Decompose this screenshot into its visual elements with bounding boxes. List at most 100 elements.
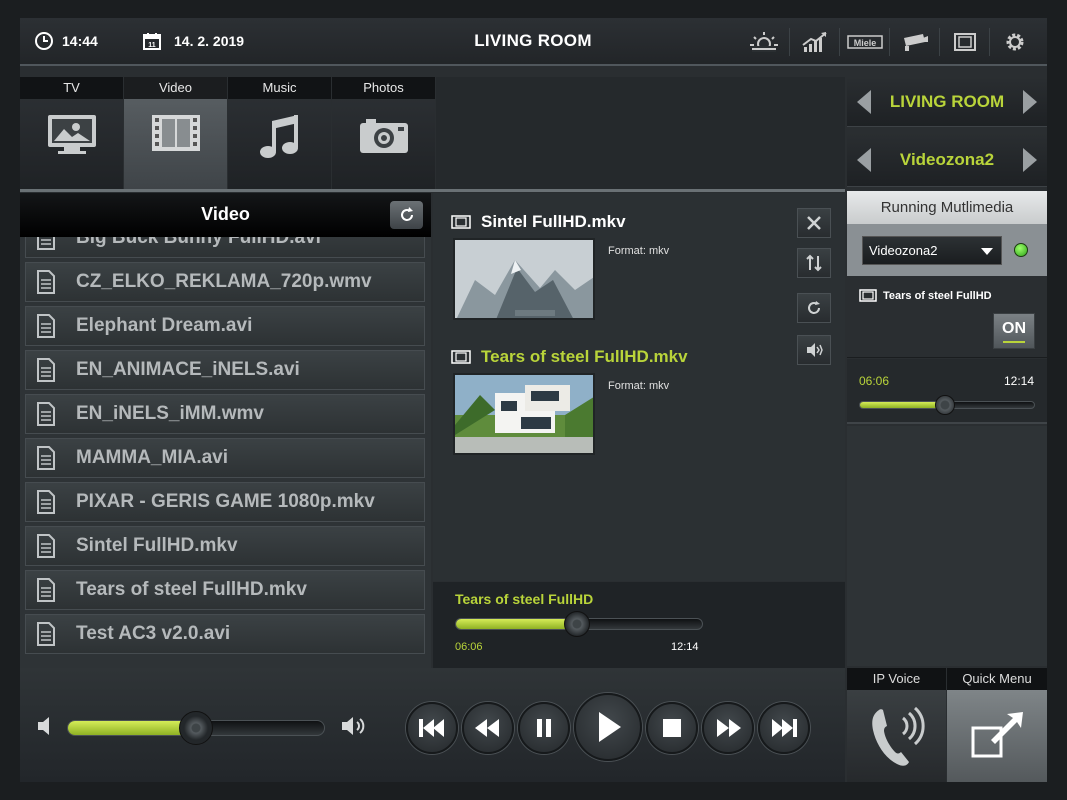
video-name: CZ_ELKO_REKLAMA_720p.wmv [76, 271, 372, 292]
media-title: Tears of steel FullHD [883, 290, 992, 302]
top-icons: Miele [739, 28, 1039, 56]
skip-back-button[interactable] [406, 702, 458, 754]
list-item[interactable]: MAMMA_MIA.avi [25, 438, 425, 478]
toggle-indicator [1003, 341, 1025, 343]
list-item[interactable]: CZ_ELKO_REKLAMA_720p.wmv [25, 262, 425, 302]
progress-handle[interactable] [563, 611, 590, 637]
skip-forward-icon [772, 719, 797, 737]
volume-handle[interactable] [179, 711, 213, 745]
tab-music[interactable]: Music [228, 77, 331, 189]
zone-dropdown[interactable]: Videozona2 [862, 236, 1002, 265]
rewind-icon [475, 719, 499, 737]
repeat-button[interactable] [797, 293, 831, 323]
power-toggle[interactable]: ON [993, 313, 1035, 349]
list-item[interactable]: Tears of steel FullHD.mkv [25, 570, 425, 610]
chart-icon[interactable] [789, 28, 839, 56]
next-room-icon[interactable] [1023, 89, 1037, 114]
video-name: MAMMA_MIA.avi [76, 447, 229, 468]
progress-fill [456, 619, 577, 629]
clock-icon [35, 32, 53, 50]
date-text: 14. 2. 2019 [174, 33, 245, 49]
sort-button[interactable] [797, 248, 831, 278]
file-name: Sintel FullHD.mkv [481, 212, 626, 231]
skip-back-icon [419, 719, 444, 737]
tv-icon [20, 113, 123, 157]
rewind-button[interactable] [462, 702, 514, 754]
tab-label: Video [124, 77, 227, 99]
fast-forward-button[interactable] [702, 702, 754, 754]
sort-icon [806, 254, 822, 272]
pause-button[interactable] [518, 702, 570, 754]
video-thumbnail[interactable] [453, 238, 595, 320]
list-item[interactable]: Test AC3 v2.0.avi [25, 614, 425, 654]
skip-forward-button[interactable] [758, 702, 810, 754]
close-button[interactable] [797, 208, 831, 238]
video-name: Elephant Dream.avi [76, 315, 253, 336]
progress-handle[interactable] [935, 395, 956, 415]
miele-icon[interactable]: Miele [839, 28, 889, 56]
video-name: EN_iNELS_iMM.wmv [76, 403, 264, 424]
film-icon [451, 350, 471, 364]
tab-photos[interactable]: Photos [332, 77, 435, 189]
next-zone-icon[interactable] [1023, 147, 1037, 172]
video-list[interactable]: Big Buck Bunny FullHD.avi CZ_ELKO_REKLAM… [25, 218, 425, 658]
prev-room-icon[interactable] [857, 89, 871, 114]
top-bar: 14:44 11 14. 2. 2019 LIVING ROOM Miele [20, 18, 1047, 66]
camera-icon[interactable] [889, 28, 939, 56]
film-icon [124, 113, 227, 153]
document-icon [36, 358, 58, 382]
document-icon [36, 270, 58, 294]
tab-quick-menu[interactable]: Quick Menu [947, 668, 1047, 690]
tab-label: TV [20, 77, 123, 99]
tab-ip-voice[interactable]: IP Voice [847, 668, 946, 690]
document-icon [36, 314, 58, 338]
tab-tv[interactable]: TV [20, 77, 123, 189]
file-title: Tears of steel FullHD.mkv [451, 347, 688, 367]
list-item[interactable]: Elephant Dream.avi [25, 306, 425, 346]
play-button[interactable] [574, 693, 642, 761]
divider [20, 189, 845, 192]
progress-fill [860, 402, 946, 408]
dropdown-value: Videozona2 [869, 243, 938, 258]
document-icon [36, 490, 58, 514]
document-icon [36, 578, 58, 602]
video-list-header: Video [20, 193, 431, 237]
list-item[interactable]: EN_iNELS_iMM.wmv [25, 394, 425, 434]
media-tabs: TV Video Music Photos [20, 77, 436, 189]
music-note-icon [228, 113, 331, 161]
video-thumbnail[interactable] [453, 373, 595, 455]
mute-button[interactable] [797, 335, 831, 365]
video-name: Sintel FullHD.mkv [76, 535, 238, 556]
side-progress: 06:06 12:14 [847, 359, 1047, 424]
volume-high-icon[interactable] [340, 715, 368, 737]
total-time: 12:14 [1004, 374, 1035, 388]
panel-title: Video [201, 204, 250, 224]
list-item[interactable]: Sintel FullHD.mkv [25, 526, 425, 566]
file-format: Format: mkv [608, 245, 670, 257]
list-item[interactable]: PIXAR - GERIS GAME 1080p.mkv [25, 482, 425, 522]
refresh-button[interactable] [390, 201, 423, 229]
weather-icon[interactable] [739, 28, 789, 56]
document-icon [36, 402, 58, 426]
gear-icon[interactable] [989, 28, 1039, 56]
volume-low-icon[interactable] [36, 715, 54, 737]
ip-voice-button[interactable] [847, 690, 946, 782]
pause-icon [537, 719, 551, 737]
elapsed-time: 06:06 [859, 374, 890, 388]
running-multimedia: Videozona2 [847, 224, 1047, 276]
running-multimedia-header: Running Mutlimedia [847, 191, 1047, 224]
stop-button[interactable] [646, 702, 698, 754]
tab-video[interactable]: Video [124, 77, 227, 189]
zone-label: Videozona2 [899, 149, 995, 169]
film-icon[interactable] [939, 28, 989, 56]
file-format: Format: mkv [608, 380, 670, 392]
quick-menu-button[interactable] [947, 690, 1047, 782]
play-icon [599, 712, 621, 742]
list-item[interactable]: EN_ANIMACE_iNELS.avi [25, 350, 425, 390]
video-name: PIXAR - GERIS GAME 1080p.mkv [76, 491, 375, 512]
now-playing-title: Tears of steel FullHD [455, 591, 594, 607]
prev-zone-icon[interactable] [857, 147, 871, 172]
clock: 14:44 [34, 31, 98, 51]
date: 11 14. 2. 2019 [142, 31, 244, 51]
page-title: LIVING ROOM [474, 31, 592, 50]
